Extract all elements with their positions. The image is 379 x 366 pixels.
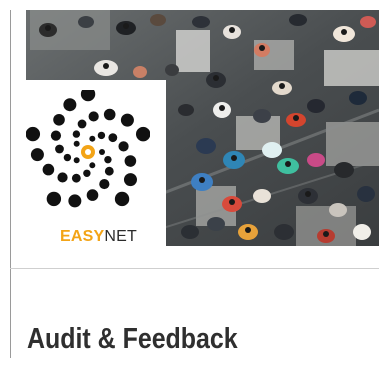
brand-wordmark: EASYNET <box>60 228 137 246</box>
logo-dot <box>103 108 116 121</box>
logo-dot <box>83 169 91 177</box>
logo-dot <box>30 148 44 162</box>
logo-dot <box>77 119 87 129</box>
brand-net: NET <box>104 228 137 245</box>
logo-dot <box>99 178 110 190</box>
logo-dot <box>53 113 65 126</box>
logo-dot <box>118 141 129 152</box>
logo-dot <box>86 189 99 201</box>
logo-dot <box>73 157 80 164</box>
logo-dot <box>71 173 81 183</box>
left-margin-rule <box>10 10 11 358</box>
logo-dot <box>104 155 112 164</box>
spiral-dots-logo-icon <box>26 90 150 208</box>
logo-dot <box>73 140 80 147</box>
logo-dot <box>123 173 137 187</box>
logo-dot <box>46 191 62 207</box>
logo-dot <box>120 113 134 127</box>
logo-dot <box>26 126 41 142</box>
brand-easy: EASY <box>60 228 105 245</box>
logo-dot <box>63 98 77 112</box>
logo-dot <box>97 131 106 140</box>
logo-dot <box>72 130 81 138</box>
logo-dot <box>99 149 105 155</box>
logo-dot <box>135 126 150 142</box>
logo-dot <box>63 153 72 162</box>
logo-dot <box>89 135 96 142</box>
logo-dot <box>57 172 68 183</box>
logo-dot <box>80 90 96 102</box>
logo-dot <box>50 130 62 141</box>
logo-dot <box>88 111 99 122</box>
logo-dot <box>42 163 55 176</box>
logo-dot <box>89 162 96 169</box>
logo-dot <box>68 194 82 208</box>
logo-panel: EASYNET <box>26 80 166 246</box>
document-page: EASYNET Audit & Feedback <box>0 0 379 366</box>
header-divider <box>10 268 379 269</box>
document-title: Audit & Feedback <box>27 323 238 355</box>
logo-dot <box>114 191 130 207</box>
logo-dot <box>124 155 137 167</box>
logo-dot <box>104 166 114 176</box>
logo-dot <box>108 133 118 143</box>
logo-dot <box>55 144 64 154</box>
